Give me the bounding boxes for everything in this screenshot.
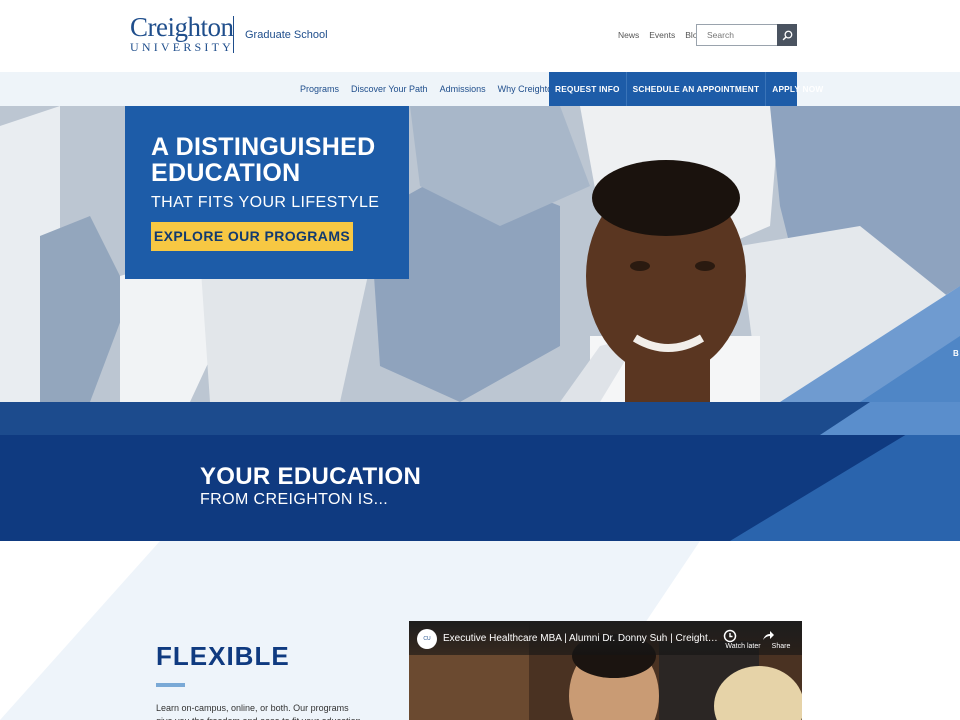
watch-later-label: Watch later	[725, 643, 761, 650]
search-button[interactable]	[777, 24, 797, 46]
logo-divider	[233, 16, 234, 53]
feature-title: FLEXIBLE	[156, 641, 290, 671]
video-title[interactable]: Executive Healthcare MBA | Alumni Dr. Do…	[443, 633, 721, 644]
video-player[interactable]: CU Executive Healthcare MBA | Alumni Dr.…	[409, 621, 802, 720]
school-name-link[interactable]: Graduate School	[245, 29, 328, 41]
feature-title-underline	[156, 683, 185, 687]
hero-subheadline: THAT FITS YOUR LIFESTYLE	[151, 194, 380, 211]
creighton-logo[interactable]: Creighton UNIVERSITY	[130, 12, 234, 54]
share-button[interactable]: Share	[761, 629, 801, 650]
nav-cta-group: REQUEST INFO SCHEDULE AN APPOINTMENT APP…	[549, 72, 823, 106]
hero-headline: A DISTINGUISHED EDUCATION	[151, 134, 375, 186]
clock-icon	[723, 629, 737, 643]
util-link-news[interactable]: News	[618, 30, 639, 40]
search-input[interactable]	[696, 24, 777, 46]
hero-callout: A DISTINGUISHED EDUCATION THAT FITS YOUR…	[125, 106, 409, 279]
apply-now-button[interactable]: APPLY NOW	[766, 72, 829, 106]
hero-edge-text: B	[953, 349, 959, 358]
education-band: YOUR EDUCATION FROM CREIGHTON IS...	[0, 402, 960, 541]
main-nav: Programs Discover Your Path Admissions W…	[0, 72, 960, 106]
nav-link-admissions[interactable]: Admissions	[440, 84, 486, 94]
feature-body: Learn on-campus, online, or both. Our pr…	[156, 703, 361, 720]
share-label: Share	[771, 643, 791, 650]
nav-link-discover-your-path[interactable]: Discover Your Path	[351, 84, 428, 94]
logo-wordmark: Creighton	[130, 12, 234, 42]
band-headline: YOUR EDUCATION	[200, 463, 422, 490]
share-icon	[763, 631, 774, 640]
hero-banner: A DISTINGUISHED EDUCATION THAT FITS YOUR…	[0, 106, 960, 402]
feature-section: FLEXIBLE Learn on-campus, online, or bot…	[0, 541, 960, 720]
search-icon	[782, 30, 792, 40]
page: Creighton UNIVERSITY Graduate School New…	[0, 0, 960, 720]
hero-headline-line1: A DISTINGUISHED	[151, 133, 376, 161]
logo-subtitle: UNIVERSITY	[130, 40, 234, 54]
util-link-events[interactable]: Events	[649, 30, 675, 40]
channel-logo-icon[interactable]: CU	[417, 629, 437, 649]
request-info-button[interactable]: REQUEST INFO	[549, 72, 627, 106]
hero-headline-line2: EDUCATION	[151, 159, 301, 187]
band-shapes	[0, 402, 960, 541]
explore-programs-button[interactable]: EXPLORE OUR PROGRAMS	[151, 222, 353, 251]
band-subheadline: FROM CREIGHTON IS...	[200, 491, 389, 508]
search-box	[696, 24, 797, 46]
nav-link-programs[interactable]: Programs	[300, 84, 339, 94]
utility-links: News Events Blog	[618, 30, 702, 40]
watch-later-button[interactable]: Watch later	[723, 629, 763, 650]
nav-links: Programs Discover Your Path Admissions W…	[300, 84, 557, 94]
schedule-appointment-button[interactable]: SCHEDULE AN APPOINTMENT	[627, 72, 767, 106]
site-header: Creighton UNIVERSITY Graduate School New…	[0, 0, 960, 72]
